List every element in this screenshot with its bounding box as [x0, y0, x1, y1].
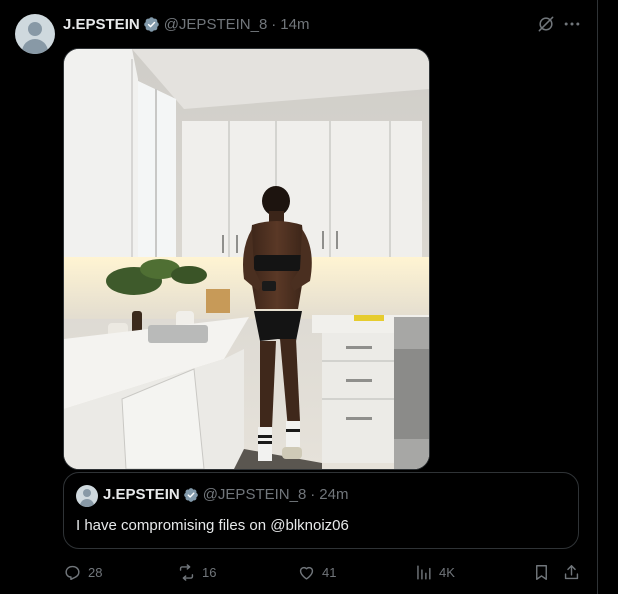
reply-count: 28 — [88, 564, 103, 580]
quoted-author-handle: @JEPSTEIN_8 — [202, 486, 307, 503]
quoted-post[interactable]: J.EPSTEIN @JEPSTEIN_8 · 24m I have compr… — [63, 472, 579, 549]
author-name[interactable]: J.EPSTEIN — [63, 16, 140, 33]
separator: · — [271, 15, 277, 33]
avatar-head — [28, 22, 42, 36]
repost-icon — [179, 563, 194, 581]
like-count: 41 — [322, 564, 337, 580]
verified-badge-icon — [183, 487, 198, 502]
quoted-post-text: I have compromising files on @blknoiz06 — [76, 517, 349, 534]
avatar-body — [80, 499, 94, 507]
post-time[interactable]: 14m — [280, 16, 309, 33]
avatar-body — [22, 39, 48, 54]
quoted-author-avatar — [76, 485, 98, 507]
quoted-post-time: 24m — [319, 486, 349, 503]
post-header: J.EPSTEIN @JEPSTEIN_8 · 14m — [63, 14, 309, 34]
action-bar: 28 16 41 4K — [0, 560, 597, 584]
more-icon[interactable] — [562, 14, 582, 34]
views-icon — [417, 564, 431, 580]
post: J.EPSTEIN @JEPSTEIN_8 · 14m J.EPSTEIN @J… — [0, 0, 598, 594]
repost-count: 16 — [202, 564, 217, 580]
share-icon — [564, 564, 579, 579]
author-handle[interactable]: @JEPSTEIN_8 — [164, 16, 268, 33]
like-button[interactable]: 41 — [297, 560, 336, 584]
repost-button[interactable]: 16 — [177, 560, 216, 584]
bookmark-button[interactable] — [532, 560, 551, 584]
reply-icon — [65, 565, 80, 580]
quoted-post-header: J.EPSTEIN @JEPSTEIN_8 · 24m — [103, 486, 348, 503]
bookmark-icon — [536, 564, 547, 580]
views-button[interactable]: 4K — [414, 560, 455, 584]
views-count: 4K — [439, 564, 455, 580]
post-image[interactable] — [63, 48, 430, 470]
quoted-author-name: J.EPSTEIN — [103, 486, 180, 503]
avatar-head — [83, 489, 91, 497]
reply-button[interactable]: 28 — [63, 560, 102, 584]
verified-badge-icon — [143, 16, 159, 32]
like-icon — [299, 566, 314, 580]
author-avatar[interactable] — [15, 14, 55, 54]
grok-icon[interactable] — [536, 14, 556, 34]
share-button[interactable] — [562, 560, 581, 584]
separator: · — [310, 486, 316, 503]
kitchen-photo — [64, 49, 429, 469]
